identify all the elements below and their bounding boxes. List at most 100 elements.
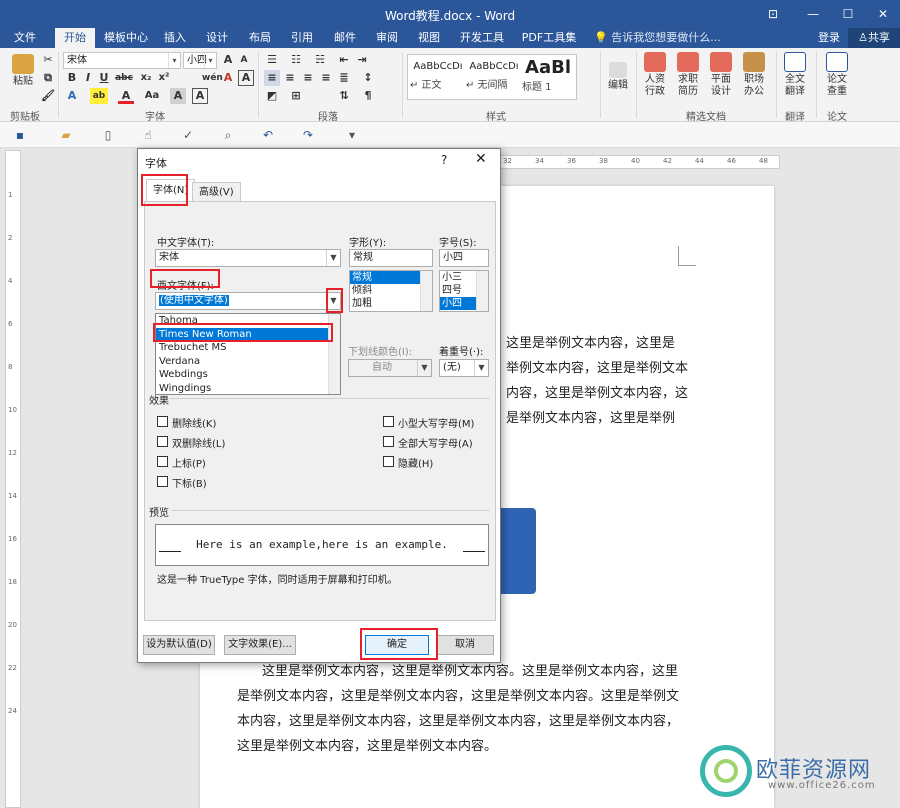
bullets-icon[interactable]: ☰ [264,52,280,68]
tab-design[interactable]: 设计 [200,28,234,48]
print-preview-icon[interactable]: ⌕ [220,127,236,143]
dialog-close-icon[interactable]: ✕ [475,151,487,167]
line-spacing-icon[interactable]: ↕ [360,70,376,86]
font-size-combo[interactable]: 小四 ▾ [183,52,217,69]
tab-developer[interactable]: 开发工具 [456,28,508,48]
superscript-icon[interactable]: x² [156,70,172,86]
font-size-list[interactable]: 小三 四号 小四 [439,270,489,312]
west-font-select[interactable]: (使用中文字体) ▼ [155,292,341,310]
style-normal[interactable]: AaBbCcDı ↵ 正文 [410,55,466,99]
emphasis-select[interactable]: (无) ▼ [439,359,489,377]
strikethrough-checkbox[interactable] [157,416,168,427]
set-default-button[interactable]: 设为默认值(D) [143,635,215,655]
copy-icon[interactable]: ⧉ [40,70,56,86]
decrease-indent-icon[interactable]: ⇤ [336,52,352,68]
tab-mailings[interactable]: 邮件 [328,28,362,48]
font-option[interactable]: Trebuchet MS [156,341,340,355]
open-folder-icon[interactable]: ▰ [58,127,74,143]
tab-layout[interactable]: 布局 [243,28,277,48]
editing-button[interactable]: 编辑 [604,62,632,92]
underline-icon[interactable]: U [96,70,112,86]
tell-me-search[interactable]: 💡 告诉我您想要做什么... [594,28,721,48]
paper-check-button[interactable]: 论文 查重 [822,52,852,98]
tab-templates[interactable]: 模板中心 [100,28,152,48]
tab-review[interactable]: 审阅 [370,28,404,48]
doc-text-line[interactable]: 内容，这里是举例文本内容，这 [506,382,688,401]
share-button[interactable]: ♙共享 [848,28,900,48]
shading-icon[interactable]: ◩ [264,88,280,104]
small-caps-checkbox[interactable] [383,416,394,427]
tab-references[interactable]: 引用 [285,28,319,48]
bold-icon[interactable]: B [64,70,80,86]
align-center-icon[interactable]: ≡ [282,70,298,86]
font-color-icon[interactable]: A [118,88,134,104]
underline-color-select[interactable]: 自动 ▼ [348,359,432,377]
tab-pdf-tools[interactable]: PDF工具集 [516,28,582,48]
style-no-spacing[interactable]: AaBbCcDı ↵ 无间隔 [466,55,522,99]
all-caps-checkbox[interactable] [383,436,394,447]
font-name-combo[interactable]: 宋体 ▾ [63,52,181,69]
cn-font-select[interactable]: 宋体 ▼ [155,249,341,267]
format-painter-icon[interactable]: 🖌 [40,88,56,104]
grow-font-icon[interactable]: A [220,52,236,68]
italic-icon[interactable]: I [80,70,96,86]
font-size-input[interactable]: 小四 [439,249,489,267]
office-button[interactable]: 职场 办公 [739,52,769,98]
align-left-icon[interactable]: ≡ [264,70,280,86]
sort-icon[interactable]: ⇅ [336,88,352,104]
subscript-checkbox[interactable] [157,476,168,487]
style-heading-1[interactable]: AaBl 标题 1 [522,55,574,99]
text-effects-icon[interactable]: A [64,88,80,104]
show-marks-icon[interactable]: ¶ [360,88,376,104]
tab-insert[interactable]: 插入 [158,28,192,48]
superscript-checkbox[interactable] [157,456,168,467]
strikethrough-icon[interactable]: abc [114,70,134,86]
shrink-font-icon[interactable]: A [236,52,252,68]
highlight-icon[interactable]: ab [90,88,108,104]
redo-icon[interactable]: ↷ [300,127,316,143]
maximize-icon[interactable]: ☐ [835,4,861,24]
close-icon[interactable]: ✕ [870,4,896,24]
scrollbar[interactable] [476,271,488,311]
spelling-icon[interactable]: ✓ [180,127,196,143]
cancel-button[interactable]: 取消 [436,635,494,655]
subscript-icon[interactable]: x₂ [138,70,154,86]
new-doc-icon[interactable]: ▯ [100,127,116,143]
hr-admin-button[interactable]: 人资 行政 [640,52,670,98]
ribbon-display-icon[interactable]: ⊡ [760,4,786,24]
customize-icon[interactable]: ▾ [344,127,360,143]
resume-button[interactable]: 求职 简历 [673,52,703,98]
doc-text-line[interactable]: 本内容，这里是举例文本内容，这里是举例文本内容，这里是举例文本内容， [237,710,679,729]
clear-format-icon[interactable]: A [220,70,236,86]
undo-icon[interactable]: ↶ [260,127,276,143]
text-effects-button[interactable]: 文字效果(E)... [224,635,296,655]
doc-text-line[interactable]: 这里是举例文本内容，这里是 [506,332,675,351]
font-option[interactable]: Verdana [156,355,340,369]
doc-text-line[interactable]: 这里是举例文本内容，这里是举例文本内容。 [237,735,497,754]
multilevel-list-icon[interactable]: ☵ [312,52,328,68]
hidden-checkbox[interactable] [383,456,394,467]
justify-icon[interactable]: ≡ [318,70,334,86]
numbering-icon[interactable]: ☷ [288,52,304,68]
save-icon[interactable]: ▪ [12,127,28,143]
doc-text-line[interactable]: 举例文本内容，这里是举例文本 [506,357,688,376]
phonetic-guide-icon[interactable]: wén [202,70,223,86]
paste-button[interactable]: 粘贴 [8,54,38,88]
char-border-icon[interactable]: A [192,88,208,104]
doc-text-line[interactable]: 是举例文本内容，这里是举例文本内容，这里是举例文本内容。这里是举例文 [237,685,679,704]
login-link[interactable]: 登录 [818,28,840,48]
align-right-icon[interactable]: ≡ [300,70,316,86]
translate-button[interactable]: 全文 翻译 [780,52,810,98]
doc-text-line[interactable]: 是举例文本内容，这里是举例 [506,407,675,426]
scrollbar[interactable] [420,271,432,311]
tab-view[interactable]: 视图 [412,28,446,48]
enclosed-char-icon[interactable]: A [238,70,254,86]
document-shape[interactable] [496,508,536,594]
font-option[interactable]: Webdings [156,368,340,382]
cut-icon[interactable]: ✂ [40,52,56,68]
tab-home[interactable]: 开始 [55,28,95,48]
char-shading-icon[interactable]: A [170,88,186,104]
help-icon[interactable]: ? [441,153,447,167]
minimize-icon[interactable]: — [800,4,826,24]
tab-file[interactable]: 文件 [8,28,42,48]
